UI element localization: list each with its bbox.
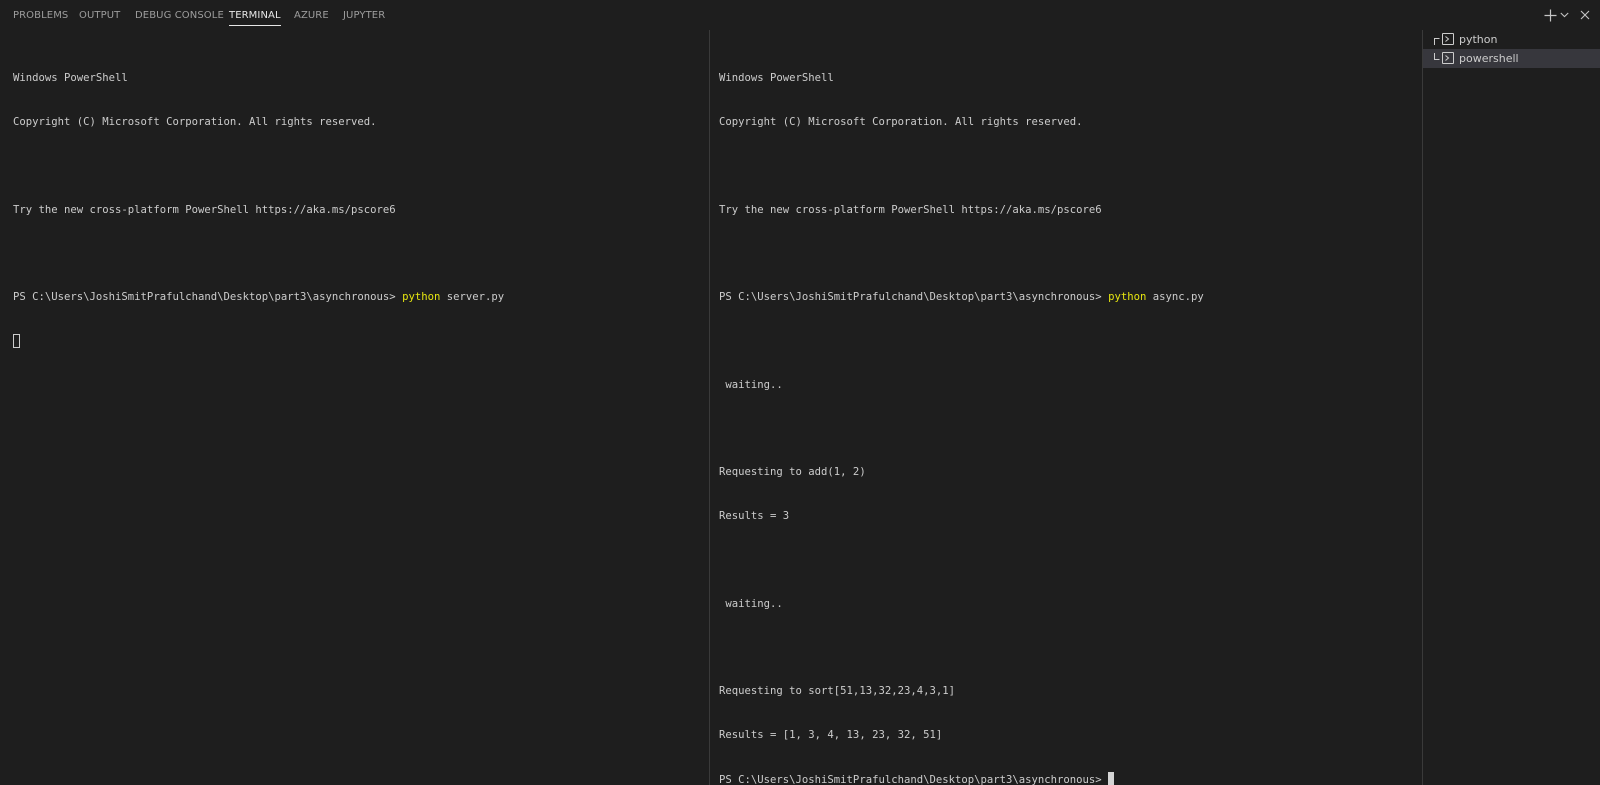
terminal-line: Copyright (C) Microsoft Corporation. All… <box>719 115 1083 128</box>
tab-terminal[interactable]: TERMINAL <box>229 0 281 30</box>
terminal-line: Requesting to add(1, 2) <box>719 466 866 479</box>
terminal-line: Try the new cross-platform PowerShell ht… <box>719 203 1102 216</box>
terminal-command-line: PS C:\Users\JoshiSmitPrafulchand\Desktop… <box>719 290 1204 305</box>
tab-jupyter[interactable]: JUPYTER <box>343 0 385 30</box>
terminal-line: Results = [1, 3, 4, 13, 23, 32, 51] <box>719 728 943 741</box>
terminal-line: Windows PowerShell <box>719 72 834 85</box>
tab-azure[interactable]: AZURE <box>294 0 329 30</box>
terminal-list-label: powershell <box>1459 52 1519 65</box>
terminal-pane-powershell[interactable]: Windows PowerShell Copyright (C) Microso… <box>710 30 1422 785</box>
terminal-command-args: server.py <box>440 291 505 304</box>
terminal-pane-python[interactable]: Windows PowerShell Copyright (C) Microso… <box>0 30 709 785</box>
terminal-list-label: python <box>1459 33 1498 46</box>
terminal-line: Results = 3 <box>719 510 790 522</box>
terminal-line: Requesting to sort[51,13,32,23,4,3,1] <box>719 685 955 698</box>
tab-debug-console[interactable]: DEBUG CONSOLE <box>135 0 224 30</box>
tree-branch-bottom-icon <box>1434 53 1440 60</box>
terminal-list-item-powershell[interactable]: powershell <box>1423 49 1600 68</box>
plus-icon <box>1544 9 1556 21</box>
terminal-icon <box>1442 33 1454 45</box>
tab-problems[interactable]: PROBLEMS <box>13 0 68 30</box>
chevron-down-icon <box>1559 12 1569 18</box>
terminal-cursor <box>13 333 20 348</box>
terminal-command-line: PS C:\Users\JoshiSmitPrafulchand\Desktop… <box>13 290 504 305</box>
tree-branch-top-icon <box>1434 38 1440 45</box>
terminal-dropdown-button[interactable] <box>1558 0 1570 30</box>
terminal-output: Windows PowerShell Copyright (C) Microso… <box>13 42 504 378</box>
terminal-prompt: PS C:\Users\JoshiSmitPrafulchand\Desktop… <box>13 291 403 304</box>
terminal-line: Copyright (C) Microsoft Corporation. All… <box>13 115 377 128</box>
terminal-prompt: PS C:\Users\JoshiSmitPrafulchand\Desktop… <box>719 291 1109 304</box>
terminal-line: waiting.. <box>719 378 783 391</box>
close-panel-button[interactable] <box>1578 0 1592 30</box>
terminal-command-args: async.py <box>1146 291 1204 304</box>
terminal-panel: PROBLEMS OUTPUT DEBUG CONSOLE TERMINAL A… <box>0 0 1600 785</box>
terminal-cursor <box>1108 771 1115 785</box>
terminal-prompt-line: PS C:\Users\JoshiSmitPrafulchand\Desktop… <box>719 771 1204 785</box>
terminal-line: waiting.. <box>719 597 783 610</box>
terminal-line: Try the new cross-platform PowerShell ht… <box>13 203 396 216</box>
new-terminal-button[interactable] <box>1542 0 1558 30</box>
terminal-list-item-python[interactable]: python <box>1423 30 1600 49</box>
terminal-line: Windows PowerShell <box>13 72 128 85</box>
close-icon <box>1580 10 1590 20</box>
terminal-icon <box>1442 52 1454 64</box>
terminal-output: Windows PowerShell Copyright (C) Microso… <box>719 42 1204 785</box>
terminal-command: python <box>402 291 441 304</box>
terminal-prompt: PS C:\Users\JoshiSmitPrafulchand\Desktop… <box>719 773 1109 785</box>
terminal-command: python <box>1108 291 1147 304</box>
panel-tab-bar: PROBLEMS OUTPUT DEBUG CONSOLE TERMINAL A… <box>0 0 1600 30</box>
terminal-list: python powershell <box>1423 30 1600 785</box>
tab-output[interactable]: OUTPUT <box>79 0 120 30</box>
